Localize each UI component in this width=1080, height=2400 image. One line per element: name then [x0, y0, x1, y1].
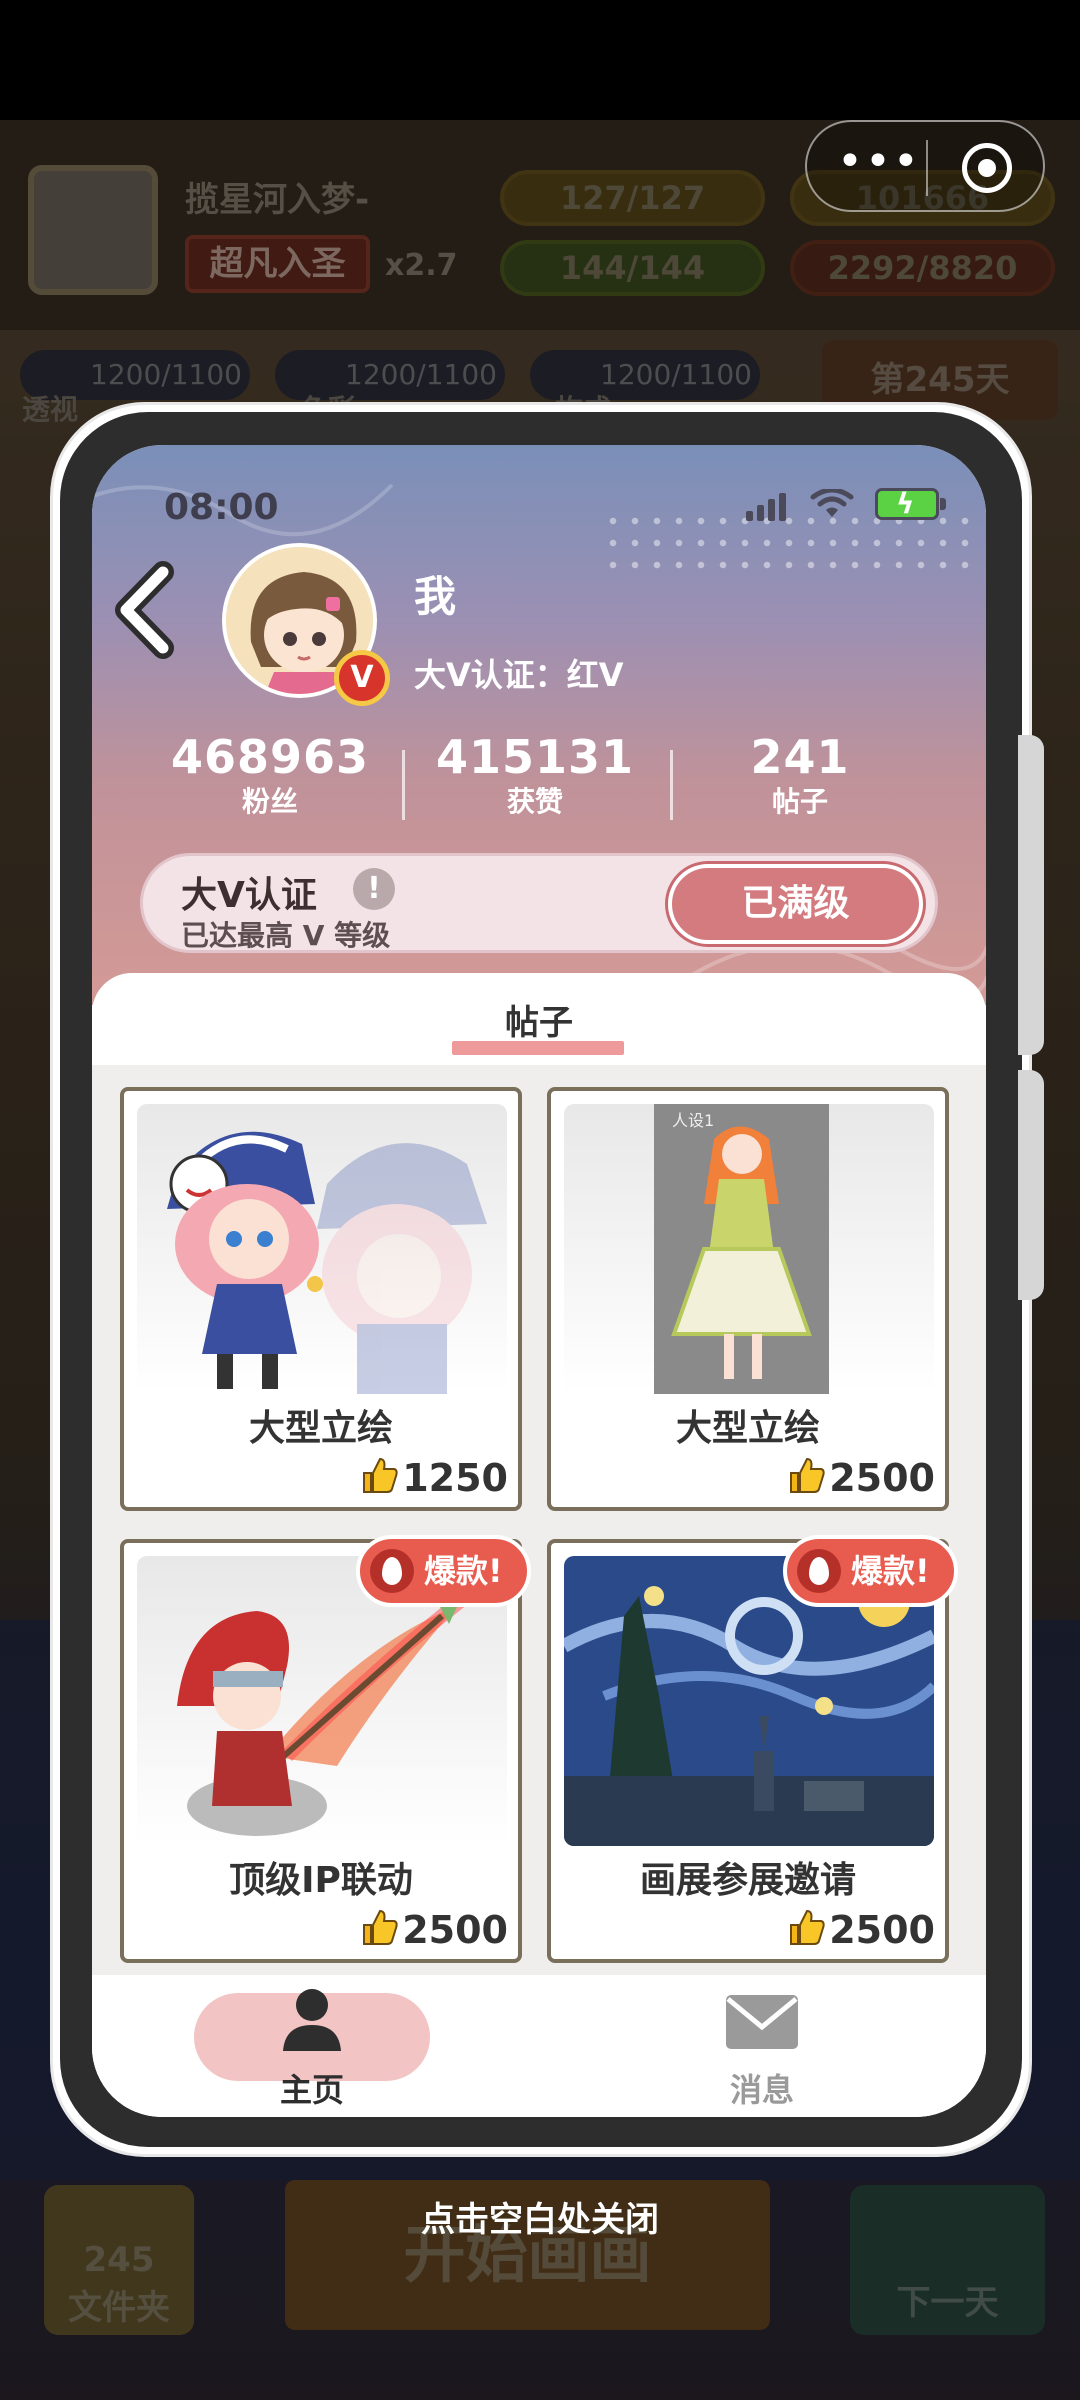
- certification-label: 大V认证：红V: [414, 656, 624, 694]
- post-title: 大型立绘: [248, 1408, 393, 1449]
- miniprogram-capsule: •••: [805, 120, 1045, 212]
- nav-messages-label: 消息: [729, 2071, 794, 2109]
- person-icon: [283, 1989, 341, 2051]
- hot-label: 爆款!: [424, 1552, 503, 1590]
- post-card[interactable]: 人设1 大型立绘 2500: [547, 1087, 949, 1511]
- nav-home-label: 主页: [279, 2071, 344, 2109]
- profile-name: 我: [414, 572, 457, 621]
- post-card[interactable]: 爆款! 画展参展邀请 2500: [547, 1535, 958, 1963]
- wifi-icon: [810, 489, 854, 517]
- v-certification-panel: 大V认证 ! 已达最高 V 等级 已满级: [140, 853, 938, 953]
- close-miniprogram-icon[interactable]: [962, 143, 1012, 193]
- more-icon[interactable]: •••: [837, 140, 919, 192]
- max-level-button[interactable]: 已满级: [668, 864, 923, 944]
- bottom-navbar: 主页 消息: [92, 1975, 986, 2117]
- capsule-divider: [926, 140, 928, 196]
- post-title: 画展参展邀请: [639, 1860, 856, 1901]
- stat-likes: 415131 获赞: [415, 730, 655, 820]
- stat-followers: 468963 粉丝: [150, 730, 390, 820]
- likes-value: 2500: [829, 1908, 935, 1952]
- thumbs-up-icon: [790, 1457, 825, 1493]
- hot-badge: 爆款!: [783, 1535, 958, 1607]
- post-likes: 2500: [787, 1455, 935, 1500]
- info-icon[interactable]: !: [353, 868, 395, 910]
- hot-badge: 爆款!: [356, 1535, 531, 1607]
- posts-count: 241: [750, 730, 850, 784]
- nav-messages[interactable]: 消息: [662, 1985, 862, 2111]
- envelope-icon: [726, 1995, 798, 2049]
- close-hint: 点击空白处关闭: [421, 2200, 659, 2240]
- signal-icon: [746, 493, 790, 521]
- v-panel-title: 大V认证: [181, 875, 317, 916]
- posts-tabbar: 帖子: [92, 973, 986, 1065]
- nav-home[interactable]: 主页: [212, 1985, 412, 2111]
- back-arrow-icon[interactable]: [108, 560, 188, 660]
- post-card[interactable]: 爆款! 顶级IP联动 2500: [120, 1535, 531, 1963]
- post-likes: 2500: [360, 1907, 508, 1952]
- posts-label: 帖子: [771, 785, 828, 818]
- art-caption: 人设1: [672, 1111, 714, 1130]
- post-title: 大型立绘: [675, 1408, 820, 1449]
- posts-area: 帖子 大型立绘 1250 人设1 大型立绘 2500 爆款! 顶级IP联动 25…: [92, 973, 986, 2117]
- jester-girl-image: [167, 1131, 487, 1394]
- orange-hair-girl-image: 人设1: [654, 1104, 829, 1394]
- hot-label: 爆款!: [851, 1552, 930, 1590]
- phone-side-button: [1018, 1070, 1044, 1300]
- v-panel-subtitle: 已达最高 V 等级: [181, 919, 391, 952]
- stat-posts: 241 帖子: [680, 730, 920, 820]
- post-artwork: [137, 1104, 507, 1394]
- battery-icon: ϟ: [875, 487, 946, 520]
- tab-posts[interactable]: 帖子: [448, 995, 630, 1044]
- likes-value: 2500: [402, 1908, 508, 1952]
- post-likes: 1250: [360, 1455, 508, 1500]
- flame-icon: [797, 1549, 841, 1593]
- post-likes: 2500: [787, 1907, 935, 1952]
- phone-side-button: [1018, 735, 1044, 1055]
- likes-value: 1250: [402, 1456, 508, 1500]
- flame-icon: [370, 1549, 414, 1593]
- likes-value: 2500: [829, 1456, 935, 1500]
- stat-divider: [402, 750, 405, 820]
- followers-count: 468963: [170, 730, 370, 784]
- likes-label: 获赞: [506, 785, 563, 818]
- phone-screen: 08:00 ϟ V 我 大V认证：红V 468963 粉丝 415131 获赞 …: [92, 445, 986, 2117]
- likes-count: 415131: [435, 730, 635, 784]
- post-artwork: 人设1: [564, 1104, 934, 1394]
- followers-label: 粉丝: [241, 785, 298, 818]
- thumbs-up-icon: [363, 1457, 398, 1493]
- post-card[interactable]: 大型立绘 1250: [120, 1087, 522, 1511]
- thumbs-up-icon: [363, 1909, 398, 1945]
- v-badge-icon: V: [334, 650, 390, 706]
- post-title: 顶级IP联动: [229, 1860, 413, 1901]
- thumbs-up-icon: [790, 1909, 825, 1945]
- stat-divider: [670, 750, 673, 820]
- status-time: 08:00: [164, 487, 279, 528]
